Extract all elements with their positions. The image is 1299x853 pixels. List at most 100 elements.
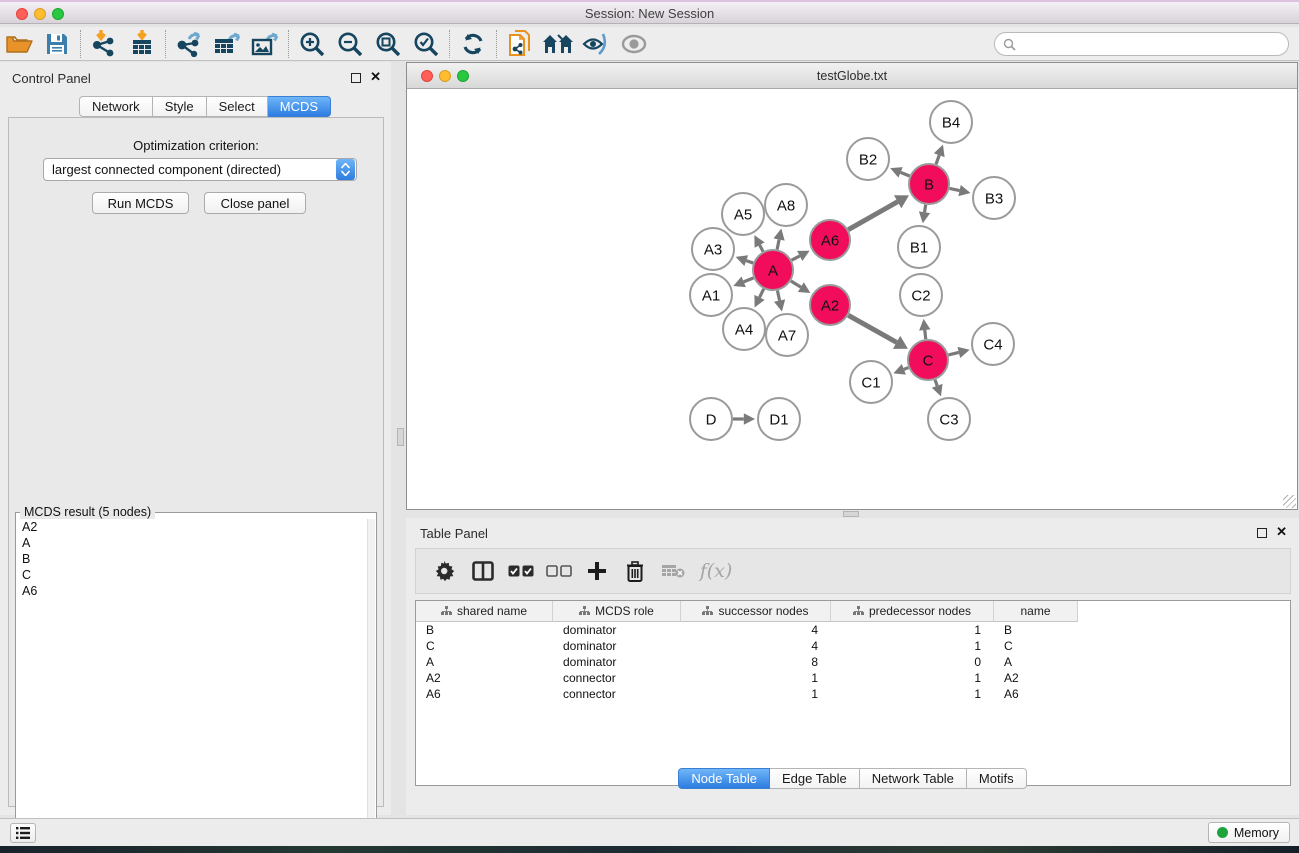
search-input[interactable] [1016,34,1288,54]
tab-edge-table[interactable]: Edge Table [770,768,860,789]
result-item[interactable]: B [17,551,367,567]
select-all-columns-button[interactable] [502,553,540,589]
table-row[interactable]: A6connector11A6 [416,686,1290,702]
table-row[interactable]: Adominator80A [416,654,1290,670]
graph-edge-A-A6[interactable] [792,256,800,260]
graph-edge-A-A3[interactable] [746,261,753,263]
search-field[interactable] [994,32,1289,56]
create-column-button[interactable] [578,553,616,589]
show-column-panel-button[interactable] [464,553,502,589]
graph-edge-B-B4[interactable] [936,155,939,164]
graph-node-label: A [768,262,778,279]
memory-label: Memory [1234,826,1279,840]
delete-column-button[interactable] [616,553,654,589]
zoom-fit-button[interactable] [369,29,407,59]
zoom-out-button[interactable] [331,29,369,59]
close-table-panel-icon[interactable]: ✕ [1276,525,1287,539]
column-header-successor-nodes[interactable]: successor nodes [681,601,831,622]
toolbar-separator [165,30,166,58]
tab-motifs[interactable]: Motifs [967,768,1027,789]
save-session-button[interactable] [38,29,76,59]
graph-edge-A-A7[interactable] [777,291,779,301]
graph-edge-B-B1[interactable] [925,205,926,212]
unselect-all-columns-button[interactable] [540,553,578,589]
table-row[interactable]: Cdominator41C [416,638,1290,654]
zoom-out-icon [337,31,363,57]
criterion-dropdown[interactable]: largest connected component (directed) [43,158,357,181]
graph-edge-A6-B[interactable] [848,202,897,230]
import-table-button[interactable] [123,29,161,59]
cybrowser-button[interactable] [539,29,577,59]
toolbar-separator [288,30,289,58]
result-item[interactable]: A2 [17,519,367,535]
trash-icon [626,561,644,582]
graph-edge-B-B3[interactable] [950,188,960,190]
column-header-name[interactable]: name [994,601,1078,622]
table-header-row: shared nameMCDS rolesuccessor nodesprede… [416,601,1290,622]
open-session-button[interactable] [0,29,38,59]
close-panel-button[interactable]: Close panel [204,192,306,214]
apply-style-button[interactable] [454,29,492,59]
zoom-in-button[interactable] [293,29,331,59]
import-network-button[interactable] [85,29,123,59]
show-details-button[interactable] [615,29,653,59]
tab-network[interactable]: Network [79,96,153,117]
network-graph[interactable]: B4B2BB3A8A5A6A3B1AA1C2A2A4A7C4CC1C3DD1 [407,90,1297,509]
column-header-MCDS-role[interactable]: MCDS role [553,601,681,622]
tab-network-table[interactable]: Network Table [860,768,967,789]
result-scrollbar[interactable] [367,519,375,852]
float-table-panel-icon[interactable] [1257,528,1267,538]
network-canvas[interactable]: B4B2BB3A8A5A6A3B1AA1C2A2A4A7C4CC1C3DD1 [407,90,1297,509]
eye-icon [620,34,648,54]
column-header-predecessor-nodes[interactable]: predecessor nodes [831,601,994,622]
tab-mcds[interactable]: MCDS [268,96,331,117]
graph-edge-A-A1[interactable] [744,278,754,282]
memory-status-icon [1217,827,1228,838]
export-network-button[interactable] [170,29,208,59]
graph-edge-C-C3[interactable] [935,380,937,386]
control-panel-title: Control Panel [12,71,91,86]
table-row[interactable]: Bdominator41B [416,622,1290,638]
tab-style[interactable]: Style [153,96,207,117]
graph-edge-C-C4[interactable] [948,352,958,355]
plus-icon [587,561,607,581]
table-cell: C [416,638,553,654]
result-item[interactable]: A6 [17,583,367,599]
memory-button[interactable]: Memory [1208,822,1290,843]
graph-edge-B-B2[interactable] [901,172,910,176]
desktop-wallpaper-strip [0,846,1299,853]
result-item[interactable]: C [17,567,367,583]
network-window-titlebar[interactable]: testGlobe.txt [407,63,1297,89]
run-mcds-button[interactable]: Run MCDS [92,192,189,214]
graph-edge-A-A8[interactable] [777,240,779,250]
new-network-from-selection-button[interactable] [501,29,539,59]
close-panel-icon[interactable]: ✕ [370,70,381,84]
graph-edge-A2-C[interactable] [848,315,896,342]
export-table-button[interactable] [208,29,246,59]
graph-edge-A-A2[interactable] [791,281,801,287]
graph-node-label: A3 [704,241,722,258]
column-header-shared-name[interactable]: shared name [416,601,553,622]
tab-select[interactable]: Select [207,96,268,117]
table-panel-title: Table Panel [420,526,488,541]
table-options-button[interactable] [426,553,464,589]
table-cell: A6 [994,686,1078,702]
export-image-button[interactable] [246,29,284,59]
table-row[interactable]: A2connector11A2 [416,670,1290,686]
resize-grip-icon[interactable] [1283,495,1296,508]
export-image-icon [251,31,279,57]
delete-table-button-disabled [654,553,692,589]
hide-graphics-details-button[interactable] [577,29,615,59]
horizontal-splitter-handle[interactable] [843,511,859,517]
task-history-button[interactable] [10,823,36,843]
graph-edge-A-A4[interactable] [760,289,764,298]
vertical-splitter-handle[interactable] [397,428,404,446]
graph-edge-A-A5[interactable] [760,245,763,251]
tab-node-table[interactable]: Node Table [678,768,770,789]
zoom-selected-button[interactable] [407,29,445,59]
graph-edge-C-C1[interactable] [904,368,909,370]
float-panel-icon[interactable] [351,73,361,83]
graph-edge-C-C2[interactable] [925,330,926,339]
result-item[interactable]: A [17,535,367,551]
mcds-result-list[interactable]: A2ABCA6 [17,519,367,852]
